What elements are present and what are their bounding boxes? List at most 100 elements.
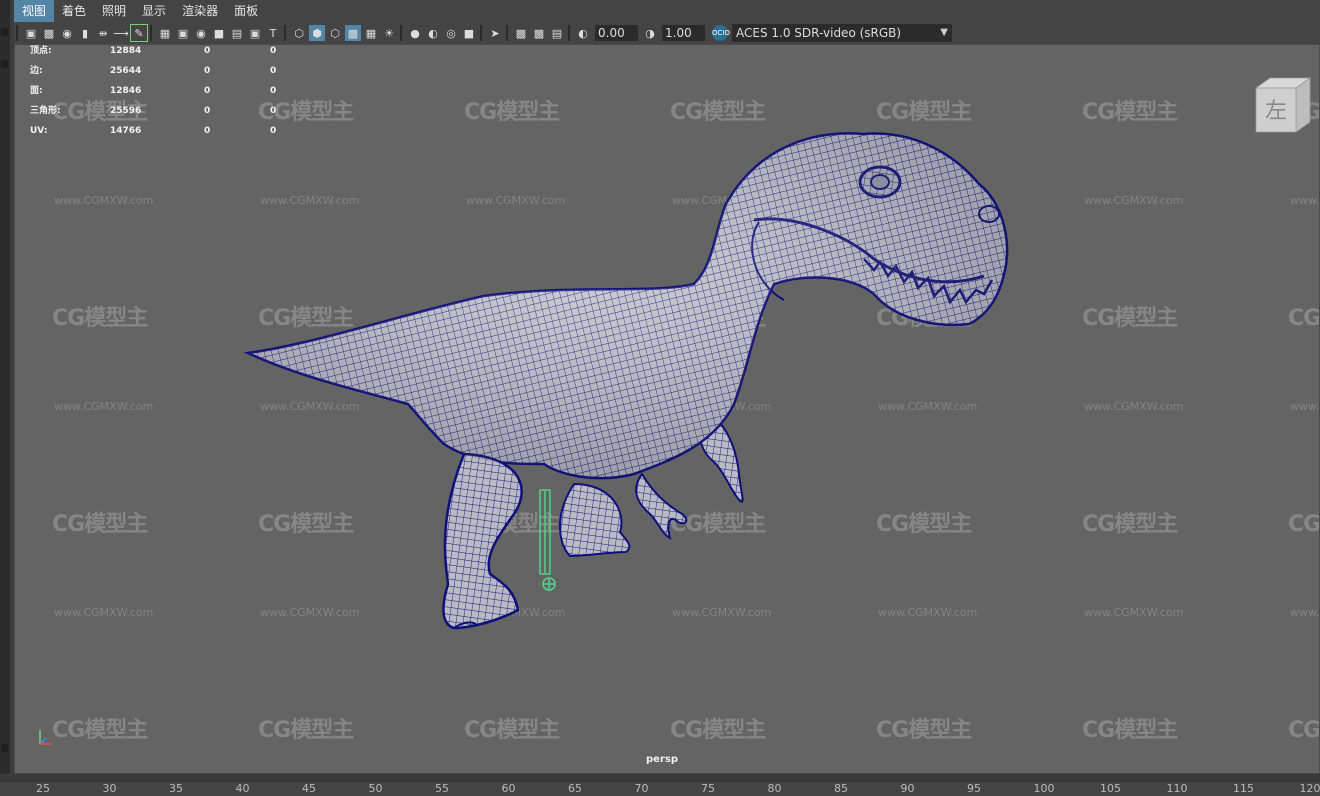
menu-show[interactable]: 显示	[134, 0, 174, 22]
panel-handle[interactable]	[1, 60, 8, 68]
panel-toolbar: ▣ ▩ ◉ ▮ ⇻ ⟶ ✎ ▦ ▣ ◉ ■ ▤ ▣ T ⬡ ⬢ ⬡ ▩ ▦ ☀ …	[14, 22, 1320, 44]
textured-icon[interactable]: ▩	[345, 25, 361, 41]
view-cube-face-label: 左	[1265, 99, 1287, 124]
frame-tick-label: 120	[1299, 782, 1320, 795]
hud-value: 0	[270, 106, 277, 116]
frame-tick-label: 35	[169, 782, 183, 795]
xray-joints-icon[interactable]: ▩	[531, 25, 547, 41]
toolbar-separator	[506, 25, 508, 41]
grid-icon[interactable]: ▦	[157, 25, 173, 41]
joint-locator	[539, 489, 556, 591]
frame-tick-label: 95	[967, 782, 981, 795]
hud-value: 0	[204, 86, 211, 96]
toolbar-separator	[568, 25, 570, 41]
exposure-icon[interactable]: ◐	[575, 25, 591, 41]
grease-pencil-icon[interactable]: ✎	[130, 24, 148, 42]
near-arm	[635, 472, 688, 540]
frame-tick-label: 70	[634, 782, 649, 795]
frame-tick-label: 100	[1033, 782, 1055, 795]
hud-value: 0	[204, 126, 211, 136]
frame-tick-label: 55	[435, 782, 449, 795]
camera-name-label: persp	[646, 754, 678, 765]
toolbar-separator	[150, 25, 152, 41]
bookmark-icon[interactable]: ▮	[77, 25, 93, 41]
safe-title-icon[interactable]: T	[265, 25, 281, 41]
gamma-field[interactable]: 1.00	[662, 25, 705, 41]
frame-tick-label: 30	[102, 782, 117, 795]
toolbar-separator	[480, 25, 482, 41]
hud-value: 0	[204, 46, 211, 56]
image-plane-icon[interactable]: ⇻	[95, 25, 111, 41]
wireframe-icon[interactable]: ⬡	[291, 25, 307, 41]
ambient-occlusion-icon[interactable]: ◐	[425, 25, 441, 41]
film-gate-icon[interactable]: ▣	[175, 25, 191, 41]
hud-value: 0	[270, 66, 277, 76]
menu-panels[interactable]: 面板	[226, 0, 266, 22]
hud-value: 12846	[110, 86, 142, 96]
panel-menubar: 视图 着色 照明 显示 渲染器 面板	[14, 0, 1320, 22]
gate-mask-icon[interactable]: ■	[211, 25, 227, 41]
frame-tick-label: 90	[900, 782, 915, 795]
pan-zoom-icon[interactable]: ⟶	[113, 25, 129, 41]
anti-aliasing-icon[interactable]: ■	[461, 25, 477, 41]
toolbar-separator	[400, 25, 402, 41]
left-edge-strip	[0, 0, 10, 796]
motion-blur-icon[interactable]: ◎	[443, 25, 459, 41]
backface-culling-icon[interactable]: ▤	[549, 25, 565, 41]
frame-tick-label: 115	[1233, 782, 1254, 795]
frame-tick-label: 25	[36, 782, 50, 795]
field-chart-icon[interactable]: ▤	[229, 25, 245, 41]
wireframe-on-shaded-icon[interactable]: ⬡	[327, 25, 343, 41]
frame-tick-label: 75	[701, 782, 715, 795]
hud-label: 三角形:	[30, 106, 61, 116]
xray-icon[interactable]: ▩	[513, 25, 529, 41]
camera-attributes-icon[interactable]: ▩	[41, 25, 57, 41]
camera-lock-icon[interactable]: ◉	[59, 25, 75, 41]
hud-label: UV:	[30, 126, 48, 136]
use-lights-icon[interactable]: ☀	[381, 25, 397, 41]
frame-tick-label: 45	[302, 782, 316, 795]
frame-tick-label: 65	[568, 782, 582, 795]
menu-lighting[interactable]: 照明	[94, 0, 134, 22]
frame-tick-label: 60	[501, 782, 516, 795]
hud-label: 面:	[30, 86, 43, 96]
hud-value: 0	[270, 86, 277, 96]
panel-handle[interactable]	[1, 744, 8, 752]
frame-tick-label: 50	[368, 782, 383, 795]
safe-action-icon[interactable]: ▣	[247, 25, 263, 41]
menu-view[interactable]: 视图	[14, 0, 55, 22]
hud-value: 12884	[110, 46, 142, 56]
frame-tick-label: 110	[1166, 782, 1188, 795]
hud-value: 0	[204, 106, 211, 116]
shadows-icon[interactable]: ●	[407, 25, 423, 41]
back-leg	[559, 482, 631, 558]
gamma-icon[interactable]: ◑	[642, 25, 658, 41]
toolbar-separator	[16, 25, 18, 41]
hud-value: 0	[204, 66, 211, 76]
select-camera-icon[interactable]: ▣	[23, 25, 39, 41]
isolate-select-icon[interactable]: ➤	[487, 25, 503, 41]
front-leg	[442, 452, 523, 630]
chevron-down-icon: ▼	[940, 27, 948, 38]
panel-handle[interactable]	[1, 28, 8, 36]
color-management-icon[interactable]: OCIO	[712, 25, 730, 41]
exposure-field[interactable]: 0.00	[595, 25, 638, 41]
time-ruler[interactable]: 25 30 35 40 45 50 55 60 65 70 75 80 85 90 95 100 105 110 1…	[0, 782, 1320, 796]
hud-value: 25596	[110, 106, 142, 116]
view-cube[interactable]: 左	[1248, 74, 1312, 138]
checker-icon[interactable]: ▦	[363, 25, 379, 41]
colorspace-value: ACES 1.0 SDR-video (sRGB)	[736, 26, 902, 40]
hud-value: 25644	[110, 66, 142, 76]
3d-viewport[interactable]: CG模型主 CG模型主 CG模型主 CG模型主 CG模型主 CG模型主 CG模型主 CG模型主…	[14, 44, 1320, 774]
colorspace-dropdown[interactable]: ACES 1.0 SDR-video (sRGB) ▼	[732, 24, 952, 42]
menu-shading[interactable]: 着色	[54, 0, 94, 22]
hud-value: 0	[270, 126, 277, 136]
menu-renderer[interactable]: 渲染器	[174, 0, 226, 22]
frame-tick-label: 85	[834, 782, 848, 795]
hud-value: 14766	[110, 126, 142, 136]
resolution-gate-icon[interactable]: ◉	[193, 25, 209, 41]
smooth-shade-icon[interactable]: ⬢	[309, 25, 325, 41]
hud-value: 0	[270, 46, 277, 56]
dinosaur-mesh[interactable]	[14, 44, 1320, 774]
frame-tick-label: 105	[1100, 782, 1121, 795]
